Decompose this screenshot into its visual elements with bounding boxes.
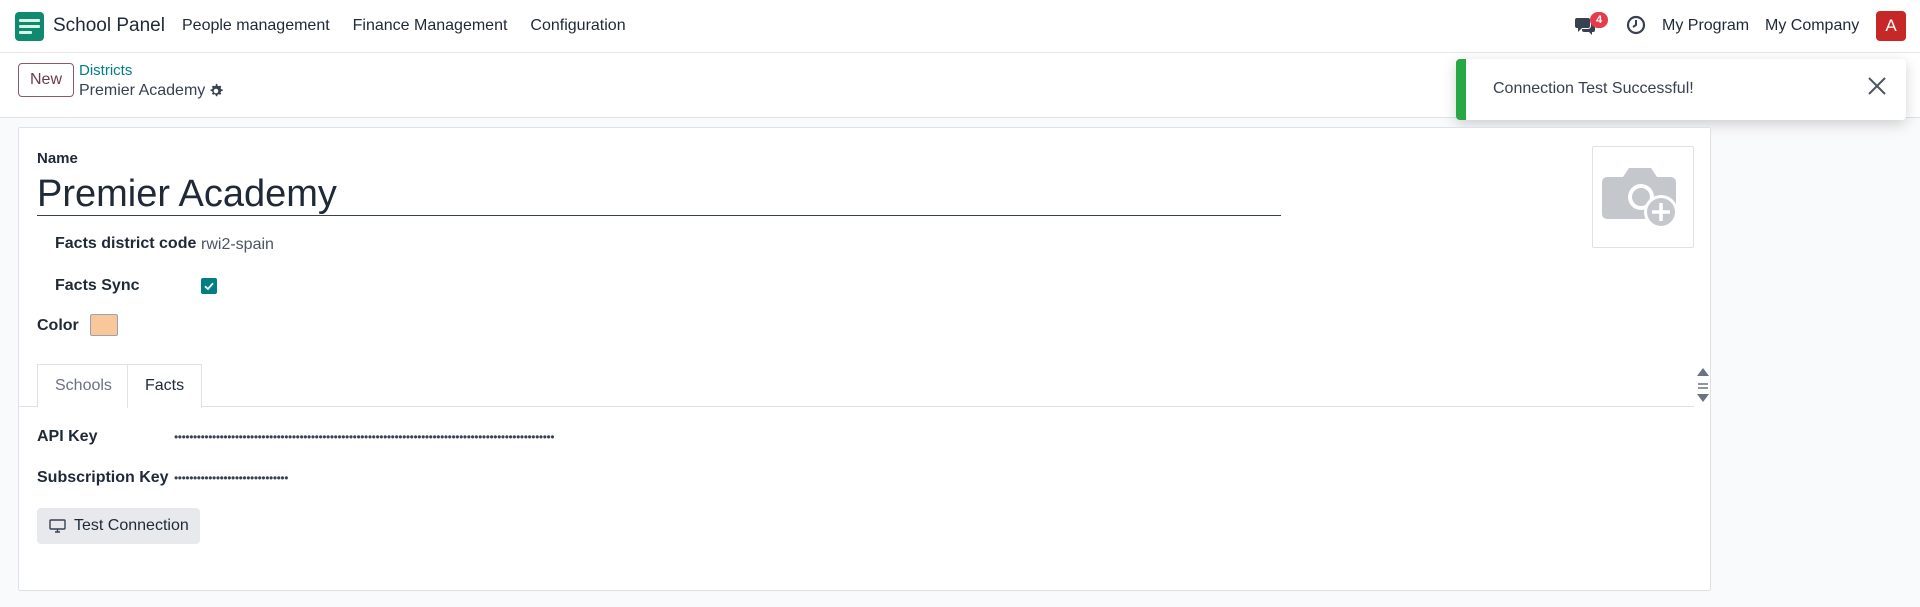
top-navbar: School Panel People management Finance M… — [0, 0, 1920, 53]
app-name[interactable]: School Panel — [53, 15, 165, 37]
close-icon[interactable] — [1866, 75, 1888, 97]
success-notification: Connection Test Successful! — [1456, 59, 1906, 120]
subscription-key-label: Subscription Key — [37, 469, 169, 486]
app-logo-icon[interactable] — [15, 12, 44, 41]
notification-message: Connection Test Successful! — [1493, 80, 1694, 97]
check-icon — [204, 282, 214, 291]
tab-schools[interactable]: Schools — [37, 364, 130, 407]
scroll-arrows-icon[interactable] — [1696, 366, 1710, 404]
camera-plus-icon — [1602, 168, 1678, 229]
company-switcher[interactable]: My Company — [1765, 17, 1859, 35]
api-key-label: API Key — [37, 428, 98, 445]
new-button[interactable]: New — [18, 63, 74, 97]
main-menu: People management Finance Management Con… — [182, 17, 626, 35]
user-avatar[interactable]: A — [1876, 11, 1906, 41]
api-key-field[interactable]: ••••••••••••••••••••••••••••••••••••••••… — [174, 430, 555, 444]
tab-facts[interactable]: Facts — [127, 364, 203, 408]
facts-district-code-value[interactable]: rwi2-spain — [201, 236, 274, 254]
clock-icon[interactable] — [1626, 15, 1646, 35]
facts-district-code-label: Facts district code — [55, 235, 197, 252]
menu-item-finance-management[interactable]: Finance Management — [353, 17, 508, 35]
monitor-icon — [49, 519, 66, 533]
facts-sync-label: Facts Sync — [55, 277, 140, 294]
name-input[interactable]: Premier Academy — [37, 172, 1281, 216]
test-connection-button[interactable]: Test Connection — [37, 508, 200, 544]
color-picker[interactable] — [90, 314, 118, 336]
subscription-key-field[interactable]: •••••••••••••••••••••••••••••• — [174, 471, 288, 485]
gear-icon[interactable] — [208, 83, 224, 99]
tabs-divider — [19, 406, 1694, 407]
name-label: Name — [37, 150, 78, 167]
my-program-link[interactable]: My Program — [1662, 17, 1749, 35]
color-label: Color — [37, 317, 79, 334]
facts-sync-checkbox[interactable] — [201, 278, 217, 294]
breadcrumb-current-record: Premier Academy — [79, 82, 206, 99]
test-connection-label: Test Connection — [74, 517, 189, 534]
menu-item-configuration[interactable]: Configuration — [530, 17, 625, 35]
image-upload[interactable] — [1592, 146, 1694, 248]
menu-item-people-management[interactable]: People management — [182, 17, 330, 35]
chat-badge: 4 — [1590, 12, 1608, 28]
breadcrumb-districts[interactable]: Districts — [79, 62, 132, 79]
form-sheet: Name Premier Academy Facts district code… — [18, 127, 1711, 591]
